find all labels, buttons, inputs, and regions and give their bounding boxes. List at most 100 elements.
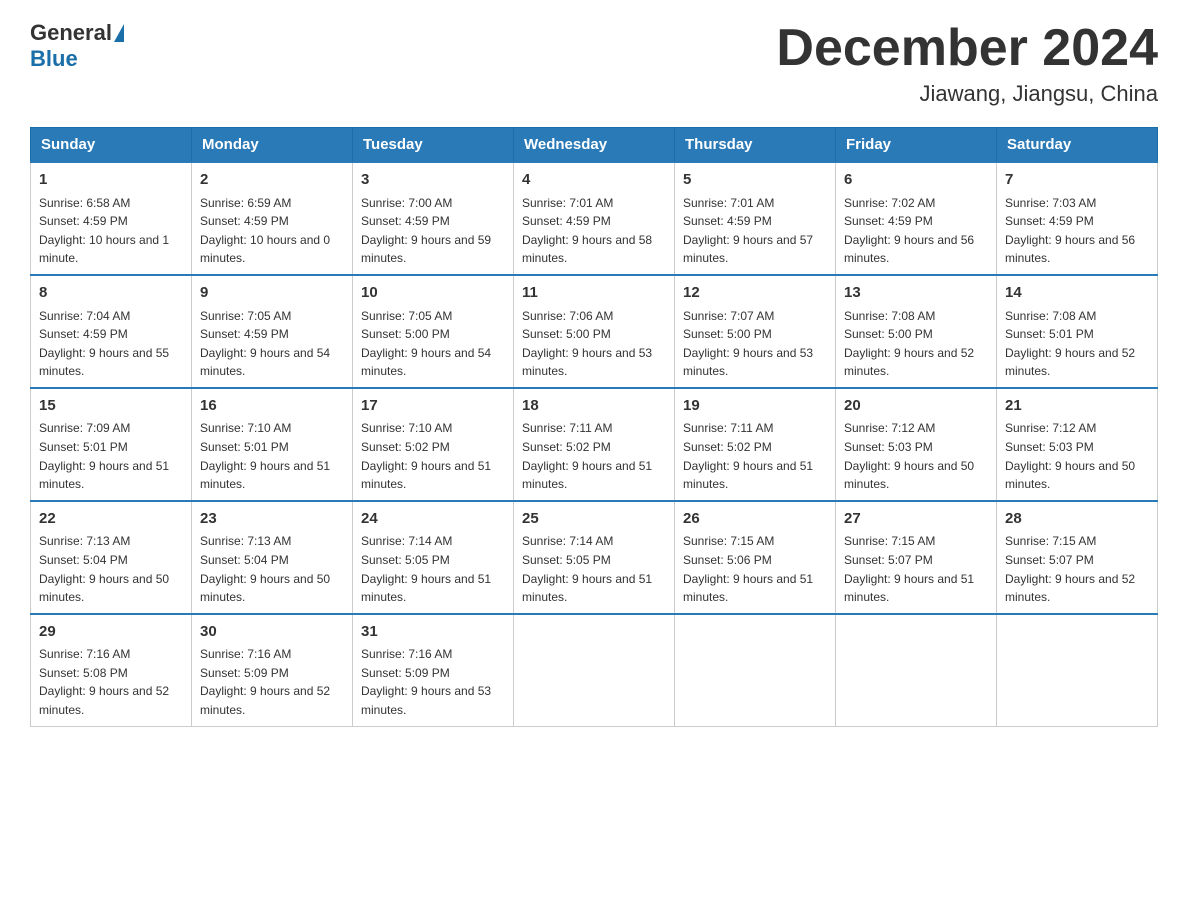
day-number: 30 [200,621,344,644]
page-header: General Blue December 2024 Jiawang, Jian… [30,20,1158,107]
day-number: 26 [683,508,827,531]
weekday-header-wednesday: Wednesday [514,128,675,163]
calendar-cell: 2Sunrise: 6:59 AMSunset: 4:59 PMDaylight… [192,162,353,275]
calendar-cell [514,614,675,726]
calendar-cell: 16Sunrise: 7:10 AMSunset: 5:01 PMDayligh… [192,388,353,501]
day-number: 18 [522,395,666,418]
calendar-cell: 14Sunrise: 7:08 AMSunset: 5:01 PMDayligh… [997,275,1158,388]
calendar-cell: 22Sunrise: 7:13 AMSunset: 5:04 PMDayligh… [31,501,192,614]
title-section: December 2024 Jiawang, Jiangsu, China [776,20,1158,107]
day-number: 17 [361,395,505,418]
weekday-header-row: SundayMondayTuesdayWednesdayThursdayFrid… [31,128,1158,163]
day-info: Sunrise: 7:11 AMSunset: 5:02 PMDaylight:… [522,419,666,493]
day-info: Sunrise: 7:06 AMSunset: 5:00 PMDaylight:… [522,307,666,381]
day-number: 7 [1005,169,1149,192]
day-number: 21 [1005,395,1149,418]
calendar-cell [836,614,997,726]
day-number: 5 [683,169,827,192]
day-info: Sunrise: 7:15 AMSunset: 5:07 PMDaylight:… [844,532,988,606]
day-number: 15 [39,395,183,418]
day-info: Sunrise: 7:10 AMSunset: 5:01 PMDaylight:… [200,419,344,493]
logo-general-text: General [30,20,112,46]
calendar-cell: 21Sunrise: 7:12 AMSunset: 5:03 PMDayligh… [997,388,1158,501]
day-number: 11 [522,282,666,305]
calendar-cell: 8Sunrise: 7:04 AMSunset: 4:59 PMDaylight… [31,275,192,388]
month-title: December 2024 [776,20,1158,77]
calendar-cell: 29Sunrise: 7:16 AMSunset: 5:08 PMDayligh… [31,614,192,726]
calendar-week-row: 22Sunrise: 7:13 AMSunset: 5:04 PMDayligh… [31,501,1158,614]
calendar-cell: 19Sunrise: 7:11 AMSunset: 5:02 PMDayligh… [675,388,836,501]
day-number: 27 [844,508,988,531]
day-info: Sunrise: 7:10 AMSunset: 5:02 PMDaylight:… [361,419,505,493]
calendar-cell: 17Sunrise: 7:10 AMSunset: 5:02 PMDayligh… [353,388,514,501]
day-number: 24 [361,508,505,531]
day-info: Sunrise: 7:03 AMSunset: 4:59 PMDaylight:… [1005,194,1149,268]
calendar-cell: 18Sunrise: 7:11 AMSunset: 5:02 PMDayligh… [514,388,675,501]
day-info: Sunrise: 7:01 AMSunset: 4:59 PMDaylight:… [683,194,827,268]
day-info: Sunrise: 7:01 AMSunset: 4:59 PMDaylight:… [522,194,666,268]
day-number: 1 [39,169,183,192]
calendar-cell: 30Sunrise: 7:16 AMSunset: 5:09 PMDayligh… [192,614,353,726]
day-info: Sunrise: 6:59 AMSunset: 4:59 PMDaylight:… [200,194,344,268]
day-info: Sunrise: 7:05 AMSunset: 5:00 PMDaylight:… [361,307,505,381]
day-number: 14 [1005,282,1149,305]
day-info: Sunrise: 7:14 AMSunset: 5:05 PMDaylight:… [522,532,666,606]
day-number: 29 [39,621,183,644]
calendar-cell: 3Sunrise: 7:00 AMSunset: 4:59 PMDaylight… [353,162,514,275]
day-info: Sunrise: 7:16 AMSunset: 5:09 PMDaylight:… [361,645,505,719]
logo: General Blue [30,20,126,72]
calendar-cell: 10Sunrise: 7:05 AMSunset: 5:00 PMDayligh… [353,275,514,388]
weekday-header-monday: Monday [192,128,353,163]
day-number: 2 [200,169,344,192]
day-info: Sunrise: 7:07 AMSunset: 5:00 PMDaylight:… [683,307,827,381]
calendar-cell: 1Sunrise: 6:58 AMSunset: 4:59 PMDaylight… [31,162,192,275]
calendar-cell: 27Sunrise: 7:15 AMSunset: 5:07 PMDayligh… [836,501,997,614]
day-number: 13 [844,282,988,305]
location-text: Jiawang, Jiangsu, China [776,81,1158,107]
day-number: 28 [1005,508,1149,531]
day-number: 10 [361,282,505,305]
day-info: Sunrise: 7:12 AMSunset: 5:03 PMDaylight:… [1005,419,1149,493]
weekday-header-sunday: Sunday [31,128,192,163]
day-info: Sunrise: 7:11 AMSunset: 5:02 PMDaylight:… [683,419,827,493]
day-number: 4 [522,169,666,192]
calendar-cell: 7Sunrise: 7:03 AMSunset: 4:59 PMDaylight… [997,162,1158,275]
day-info: Sunrise: 7:14 AMSunset: 5:05 PMDaylight:… [361,532,505,606]
calendar-cell: 20Sunrise: 7:12 AMSunset: 5:03 PMDayligh… [836,388,997,501]
day-info: Sunrise: 7:15 AMSunset: 5:06 PMDaylight:… [683,532,827,606]
day-info: Sunrise: 7:08 AMSunset: 5:00 PMDaylight:… [844,307,988,381]
calendar-cell: 13Sunrise: 7:08 AMSunset: 5:00 PMDayligh… [836,275,997,388]
calendar-cell [997,614,1158,726]
calendar-cell: 6Sunrise: 7:02 AMSunset: 4:59 PMDaylight… [836,162,997,275]
day-number: 20 [844,395,988,418]
day-info: Sunrise: 6:58 AMSunset: 4:59 PMDaylight:… [39,194,183,268]
calendar-cell: 24Sunrise: 7:14 AMSunset: 5:05 PMDayligh… [353,501,514,614]
day-number: 23 [200,508,344,531]
day-info: Sunrise: 7:13 AMSunset: 5:04 PMDaylight:… [39,532,183,606]
day-info: Sunrise: 7:16 AMSunset: 5:08 PMDaylight:… [39,645,183,719]
day-number: 22 [39,508,183,531]
calendar-week-row: 29Sunrise: 7:16 AMSunset: 5:08 PMDayligh… [31,614,1158,726]
calendar-week-row: 1Sunrise: 6:58 AMSunset: 4:59 PMDaylight… [31,162,1158,275]
day-number: 19 [683,395,827,418]
calendar-cell: 11Sunrise: 7:06 AMSunset: 5:00 PMDayligh… [514,275,675,388]
calendar-cell: 23Sunrise: 7:13 AMSunset: 5:04 PMDayligh… [192,501,353,614]
calendar-cell: 9Sunrise: 7:05 AMSunset: 4:59 PMDaylight… [192,275,353,388]
day-info: Sunrise: 7:00 AMSunset: 4:59 PMDaylight:… [361,194,505,268]
day-number: 25 [522,508,666,531]
day-number: 16 [200,395,344,418]
calendar-week-row: 8Sunrise: 7:04 AMSunset: 4:59 PMDaylight… [31,275,1158,388]
day-number: 31 [361,621,505,644]
day-info: Sunrise: 7:13 AMSunset: 5:04 PMDaylight:… [200,532,344,606]
day-number: 8 [39,282,183,305]
weekday-header-thursday: Thursday [675,128,836,163]
day-info: Sunrise: 7:12 AMSunset: 5:03 PMDaylight:… [844,419,988,493]
weekday-header-saturday: Saturday [997,128,1158,163]
day-number: 9 [200,282,344,305]
logo-blue-text: Blue [30,46,78,72]
calendar-cell: 5Sunrise: 7:01 AMSunset: 4:59 PMDaylight… [675,162,836,275]
calendar-table: SundayMondayTuesdayWednesdayThursdayFrid… [30,127,1158,726]
calendar-cell [675,614,836,726]
weekday-header-tuesday: Tuesday [353,128,514,163]
calendar-cell: 28Sunrise: 7:15 AMSunset: 5:07 PMDayligh… [997,501,1158,614]
